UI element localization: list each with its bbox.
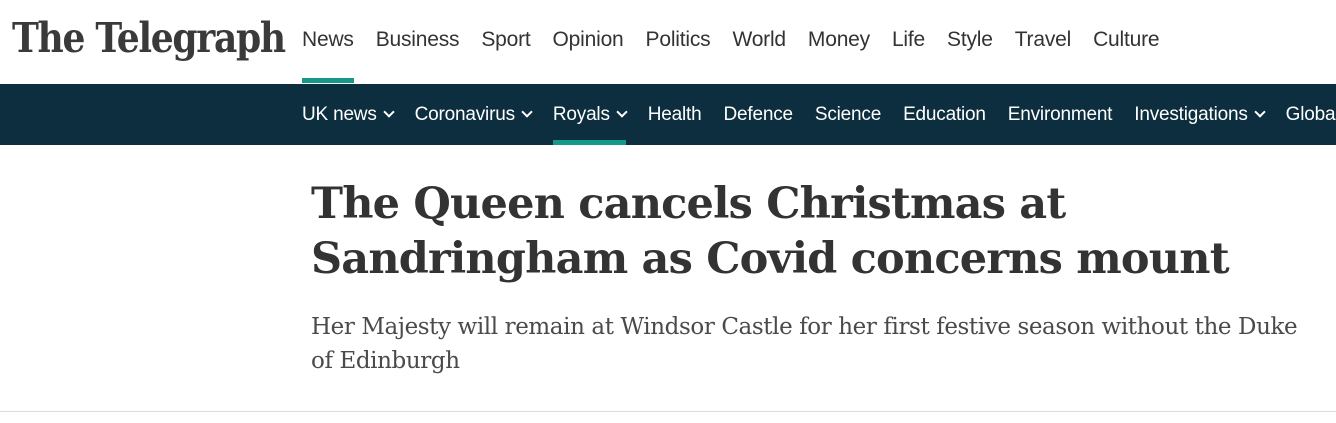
telegraph-logo[interactable]: The Telegraph bbox=[12, 12, 286, 64]
section-nav-item-education[interactable]: Education bbox=[903, 84, 986, 145]
main-nav-item-business[interactable]: Business bbox=[376, 0, 460, 84]
main-nav-item-sport[interactable]: Sport bbox=[481, 0, 530, 84]
top-header: The Telegraph News Business Sport Opinio… bbox=[0, 0, 1336, 84]
section-nav-label: Royals bbox=[552, 103, 610, 125]
section-nav-item-coronavirus[interactable]: Coronavirus bbox=[414, 84, 533, 145]
chevron-down-icon bbox=[382, 106, 395, 118]
article-standfirst: Her Majesty will remain at Windsor Castl… bbox=[311, 314, 1298, 374]
chevron-down-icon bbox=[1253, 106, 1266, 118]
section-nav-item-global-health-security[interactable]: Global Health Security bbox=[1286, 84, 1336, 145]
main-nav: News Business Sport Opinion Politics Wor… bbox=[302, 0, 1181, 84]
main-nav-item-culture[interactable]: Culture bbox=[1093, 0, 1159, 84]
main-nav-item-life[interactable]: Life bbox=[892, 0, 925, 84]
section-nav-item-health[interactable]: Health bbox=[648, 84, 702, 145]
section-nav-item-investigations[interactable]: Investigations bbox=[1134, 84, 1266, 145]
section-nav-label: Health bbox=[647, 103, 702, 125]
section-nav: UK news Coronavirus Royals Health Defenc… bbox=[302, 84, 1336, 145]
main-nav-item-news[interactable]: News bbox=[302, 0, 354, 84]
section-nav-label: Investigations bbox=[1134, 103, 1248, 125]
chevron-down-icon bbox=[616, 106, 628, 118]
main-nav-item-money[interactable]: Money bbox=[808, 0, 870, 84]
section-nav-item-defence[interactable]: Defence bbox=[723, 84, 794, 145]
section-nav-label: Science bbox=[814, 103, 882, 125]
section-nav-item-uk-news[interactable]: UK news bbox=[302, 84, 395, 145]
section-nav-item-science[interactable]: Science bbox=[815, 84, 881, 145]
section-nav-label: Coronavirus bbox=[414, 103, 515, 125]
section-nav-label: Global Health Security bbox=[1285, 103, 1336, 125]
main-nav-item-travel[interactable]: Travel bbox=[1015, 0, 1072, 84]
section-nav-bar: UK news Coronavirus Royals Health Defenc… bbox=[0, 84, 1336, 145]
article-headline: The Queen cancels Christmas at Sandringh… bbox=[311, 179, 1230, 284]
main-nav-item-politics[interactable]: Politics bbox=[646, 0, 711, 84]
main-nav-item-style[interactable]: Style bbox=[947, 0, 993, 84]
main-nav-item-opinion[interactable]: Opinion bbox=[553, 0, 624, 84]
section-nav-item-environment[interactable]: Environment bbox=[1007, 84, 1113, 145]
section-nav-label: Environment bbox=[1007, 103, 1113, 125]
section-nav-item-royals[interactable]: Royals bbox=[552, 84, 628, 145]
chevron-down-icon bbox=[521, 106, 533, 118]
main-nav-item-world[interactable]: World bbox=[732, 0, 786, 84]
section-nav-label: UK news bbox=[302, 103, 377, 125]
divider bbox=[0, 411, 1336, 412]
section-nav-label: Education bbox=[903, 103, 986, 125]
section-nav-label: Defence bbox=[723, 103, 794, 125]
